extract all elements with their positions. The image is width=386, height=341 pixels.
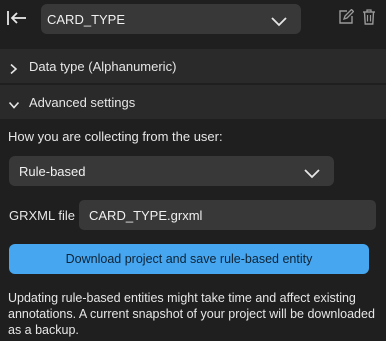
entity-select[interactable]: CARD_TYPE [41,4,301,34]
grxml-file-value: CARD_TYPE.grxml [89,208,203,223]
collection-method-value: Rule-based [19,164,86,179]
entity-header: CARD_TYPE [0,0,386,46]
chevron-down-icon [304,166,320,179]
grxml-file-field[interactable]: CARD_TYPE.grxml [79,200,376,230]
grxml-file-label: GRXML file [9,208,75,223]
entity-name: CARD_TYPE [47,12,126,27]
trash-icon[interactable] [362,9,376,25]
collection-method-label: How you are collecting from the user: [8,129,223,144]
edit-icon[interactable] [338,8,355,25]
chevron-down-icon [8,97,20,109]
data-type-label: Data type (Alphanumeric) [29,59,177,74]
advanced-settings-section[interactable]: Advanced settings [0,85,386,119]
collapse-left-icon[interactable] [6,9,28,27]
download-project-button[interactable]: Download project and save rule-based ent… [9,244,369,274]
advanced-settings-label: Advanced settings [29,95,136,110]
collection-method-select[interactable]: Rule-based [9,156,334,186]
chevron-down-icon [271,14,287,27]
data-type-section[interactable]: Data type (Alphanumeric) [0,49,386,83]
backup-note: Updating rule-based entities might take … [8,291,375,337]
chevron-right-icon [9,61,19,75]
